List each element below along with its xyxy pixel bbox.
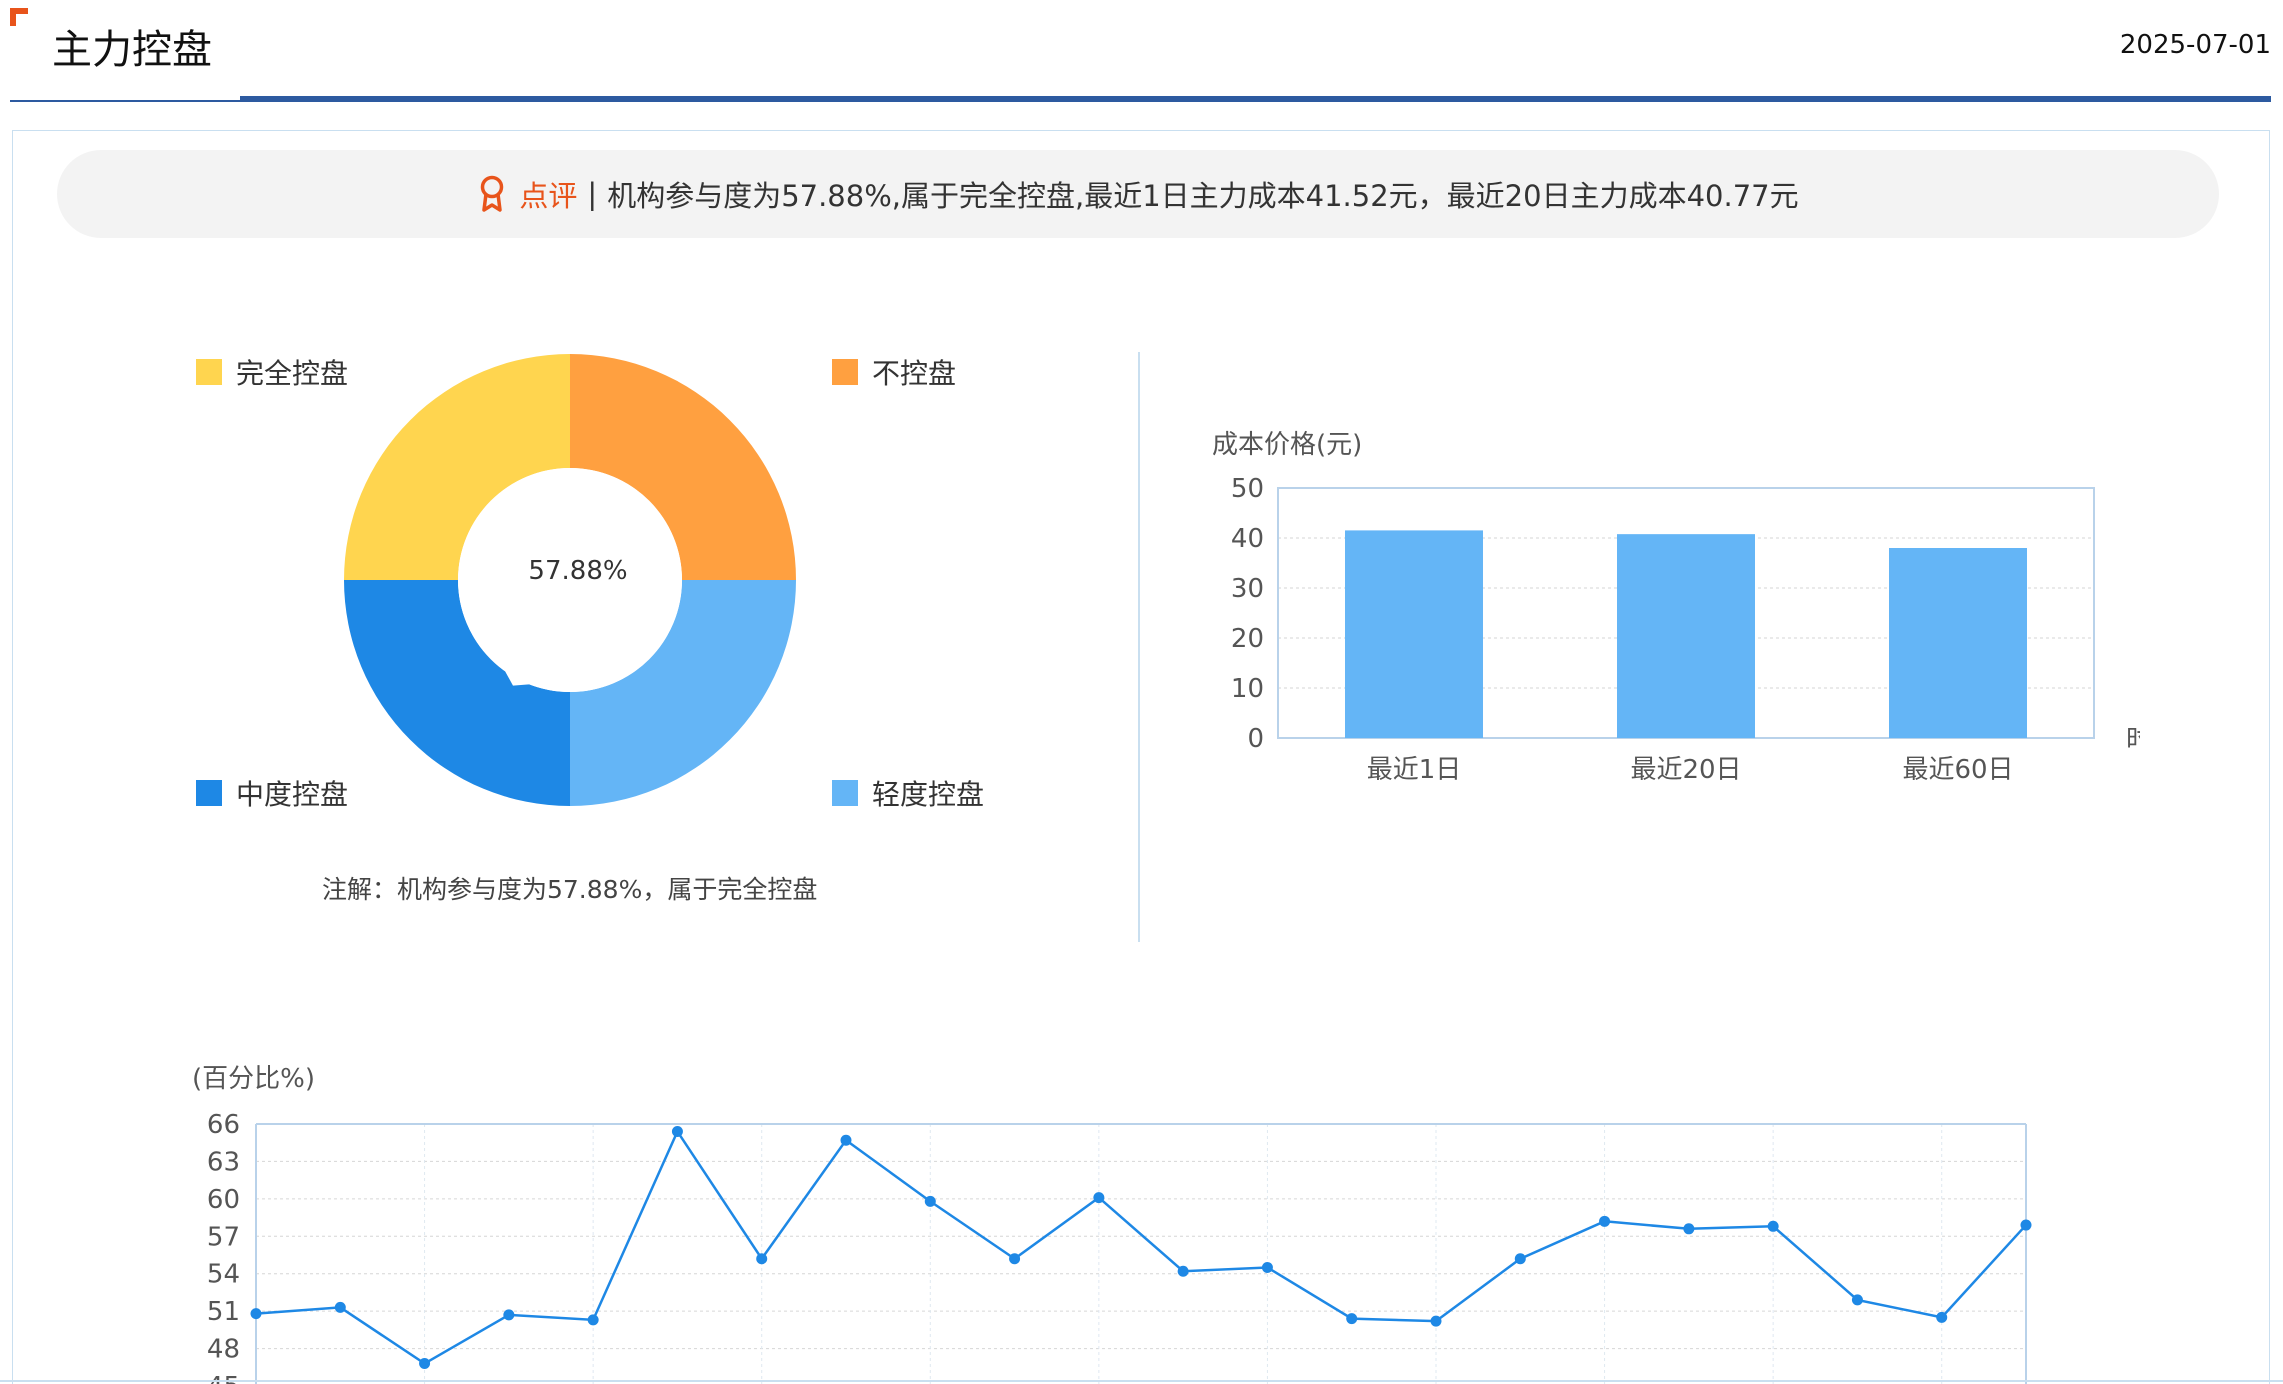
pie-note: 注解：机构参与度为57.88%，属于完全控盘 <box>322 875 818 904</box>
line-point <box>756 1253 768 1265</box>
line-point <box>503 1309 515 1321</box>
line-point <box>671 1125 683 1137</box>
bar-x-tick-label: 最近20日 <box>1630 755 1741 785</box>
bar-x-tick-label: 最近1日 <box>1367 755 1462 785</box>
line-y-tick-label: 66 <box>207 1110 240 1140</box>
comment-label: 点评 <box>519 179 578 213</box>
participation-line-chart: 45 48 51 54 57 60 63 66 <box>207 1110 2032 1384</box>
legend-label: 完全控盘 <box>236 357 349 390</box>
line-point <box>1093 1192 1105 1204</box>
line-point <box>1851 1294 1863 1306</box>
line-y-tick-label: 48 <box>207 1335 240 1365</box>
bar-y-tick-label: 0 <box>1247 724 1264 754</box>
line-point <box>2020 1219 2032 1231</box>
line-point <box>1767 1220 1779 1232</box>
line-point <box>587 1314 599 1326</box>
page-date: 2025-07-01 <box>2119 30 2271 60</box>
line-y-tick-label: 54 <box>207 1260 240 1290</box>
legend-swatch <box>196 780 222 806</box>
line-y-tick-label: 51 <box>207 1297 240 1327</box>
donut-center-label: 57.88% <box>528 556 628 586</box>
bar-y-axis-title: 成本价格(元) <box>1212 430 1363 460</box>
bar-y-tick-label: 10 <box>1231 674 1264 704</box>
line-y-tick-label: 60 <box>207 1185 240 1215</box>
comment-text: 机构参与度为57.88%,属于完全控盘,最近1日主力成本41.52元，最近20日… <box>607 179 1799 213</box>
line-point <box>840 1134 852 1146</box>
line-series <box>255 1128 2027 1366</box>
bar <box>1617 534 1755 738</box>
line-point <box>1683 1223 1695 1235</box>
legend-item-full-control[interactable]: 完全控盘 <box>196 352 348 392</box>
comment-bar: 点评 | 机构参与度为57.88%,属于完全控盘,最近1日主力成本41.52元，… <box>57 150 2219 238</box>
legend-swatch <box>832 780 858 806</box>
line-point <box>1599 1215 1611 1227</box>
bar-y-tick-label: 20 <box>1231 624 1264 654</box>
line-point <box>1346 1313 1358 1325</box>
line-y-tick-label: 63 <box>207 1147 240 1177</box>
medal-icon <box>481 175 504 212</box>
bar <box>1889 548 2027 738</box>
line-point <box>1430 1315 1442 1327</box>
line-y-tick-label: 57 <box>207 1222 240 1252</box>
line-point <box>250 1308 262 1320</box>
legend-label: 不控盘 <box>872 357 957 390</box>
line-point <box>1261 1261 1273 1273</box>
line-point <box>1514 1253 1526 1265</box>
line-y-axis-title: (百分比%) <box>192 1064 315 1094</box>
page-title: 主力控盘 <box>52 27 212 73</box>
bottom-rule <box>0 1380 2283 1382</box>
line-point <box>419 1358 431 1370</box>
comment-separator: | <box>587 177 598 211</box>
line-point <box>1936 1311 1948 1323</box>
legend-label: 轻度控盘 <box>872 778 985 811</box>
line-point <box>334 1301 346 1313</box>
line-point <box>1177 1265 1189 1277</box>
chart-divider <box>1138 352 1140 942</box>
bar-x-tick-label: 最近60日 <box>1902 755 2013 785</box>
bar-x-axis-title: 时间 <box>2126 725 2140 755</box>
line-point <box>1009 1253 1021 1265</box>
bar-y-tick-label: 30 <box>1231 574 1264 604</box>
title-corner-mark <box>10 8 28 26</box>
legend-swatch <box>196 359 222 385</box>
line-y-tick-label: 45 <box>207 1372 240 1384</box>
header-rule <box>240 96 2271 102</box>
legend-item-light-control[interactable]: 轻度控盘 <box>832 773 984 813</box>
title-underline <box>10 100 242 102</box>
line-point <box>924 1195 936 1207</box>
bar-y-tick-label: 40 <box>1231 524 1264 554</box>
legend-item-no-control[interactable]: 不控盘 <box>832 352 956 392</box>
bar <box>1345 530 1483 738</box>
legend-label: 中度控盘 <box>236 778 349 811</box>
bar-y-tick-label: 50 <box>1231 474 1264 504</box>
legend-item-medium-control[interactable]: 中度控盘 <box>196 773 348 813</box>
cost-bar-chart: 0 10 20 30 40 50 最近1日 最近20日 最近60日 时间 <box>1231 474 2140 785</box>
legend-swatch <box>832 359 858 385</box>
